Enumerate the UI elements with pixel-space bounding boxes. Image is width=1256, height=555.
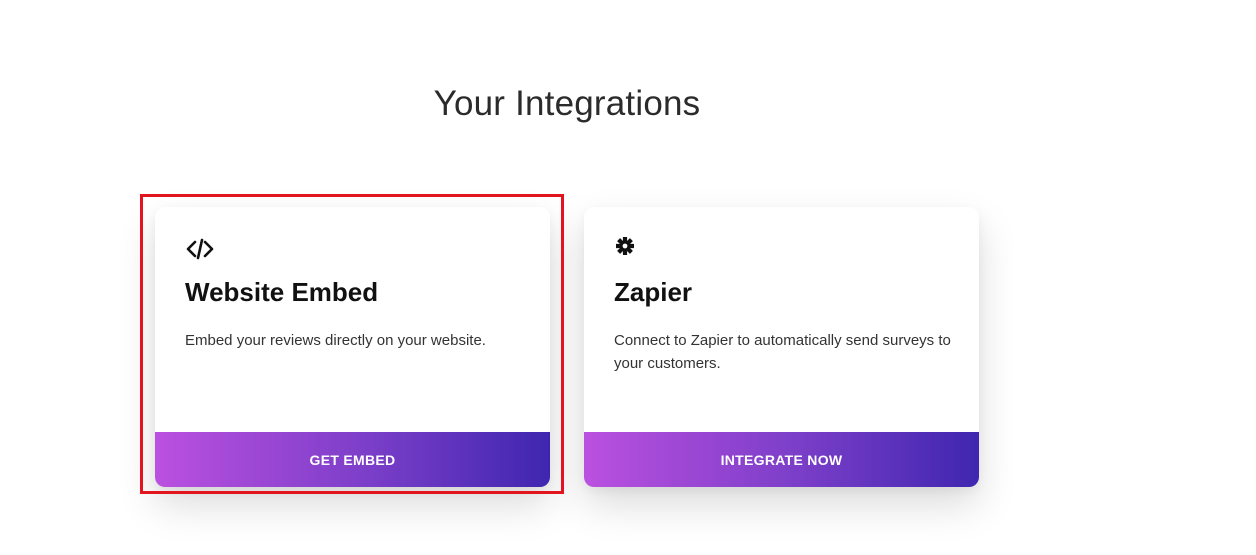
integrations-page: Your Integrations Website Embed Embed yo… (0, 0, 1256, 555)
zapier-card: Zapier Connect to Zapier to automaticall… (584, 207, 979, 487)
zapier-title: Zapier (614, 277, 693, 307)
integrate-now-button[interactable]: INTEGRATE NOW (584, 432, 979, 487)
zapier-asterisk-icon (614, 235, 644, 265)
website-embed-card: Website Embed Embed your reviews directl… (155, 207, 550, 487)
website-embed-title: Website Embed (185, 277, 379, 307)
page-title: Your Integrations (433, 84, 701, 123)
zapier-description: Connect to Zapier to automatically send … (614, 332, 951, 372)
website-embed-description: Embed your reviews directly on your webs… (185, 332, 486, 349)
code-icon (185, 235, 215, 265)
get-embed-button[interactable]: GET EMBED (155, 432, 550, 487)
